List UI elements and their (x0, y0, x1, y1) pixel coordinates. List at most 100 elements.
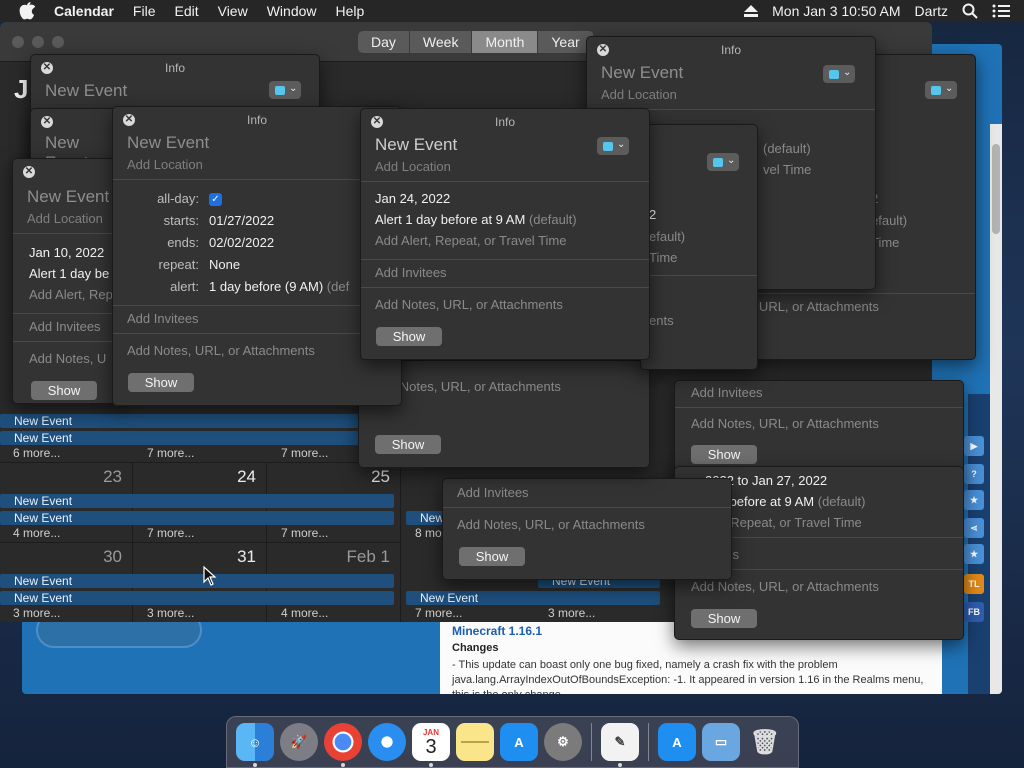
browser-scroll-thumb[interactable] (992, 144, 1000, 234)
tab-day[interactable]: Day (358, 31, 410, 53)
more-link[interactable]: 4 more... (13, 526, 60, 540)
apple-icon[interactable] (19, 2, 37, 20)
invitees-field[interactable]: Add Invitees (127, 311, 199, 326)
trash-icon[interactable]: 🗑 (746, 723, 784, 761)
finder-icon[interactable]: ☺ (236, 723, 274, 767)
close-icon[interactable]: ✕ (41, 116, 53, 128)
help-icon[interactable]: ? (964, 464, 984, 484)
event-bar[interactable]: New Event (0, 574, 394, 588)
event-title[interactable]: New Event (27, 187, 109, 207)
event-bar[interactable]: New Event (0, 431, 360, 445)
safari-icon[interactable]: ✦ (368, 723, 406, 761)
show-button[interactable]: Show (375, 435, 441, 454)
location-field[interactable]: Add Location (27, 211, 103, 226)
chrome-icon[interactable] (324, 723, 362, 767)
event-title[interactable]: New Event (127, 133, 209, 153)
event-bar[interactable]: New Event (406, 591, 660, 605)
star-icon[interactable]: ★ (964, 490, 984, 510)
app-store-folder-icon[interactable]: A (658, 723, 696, 761)
tab-week[interactable]: Week (410, 31, 473, 53)
allday-checkbox[interactable]: ✓ (209, 193, 222, 206)
show-button[interactable]: Show (376, 327, 442, 346)
more-link[interactable]: 6 more... (13, 446, 60, 460)
more-link[interactable]: 3 more... (147, 606, 194, 620)
location-field[interactable]: Add Location (601, 87, 677, 102)
show-button[interactable]: Show (691, 445, 757, 464)
menu-edit[interactable]: Edit (174, 3, 198, 19)
notes-icon[interactable] (456, 723, 494, 761)
menu-view[interactable]: View (218, 3, 248, 19)
play-icon[interactable]: ▶ (964, 436, 984, 456)
repeat-select[interactable]: None (209, 257, 240, 272)
tl-button[interactable]: TL (964, 574, 984, 594)
more-link[interactable]: 7 more... (147, 446, 194, 460)
share-icon[interactable]: ⋖ (964, 518, 984, 538)
more-link[interactable]: 7 more... (281, 446, 328, 460)
launchpad-icon[interactable]: 🚀 (280, 723, 318, 761)
event-bar[interactable]: New (406, 511, 446, 525)
alert-options[interactable]: Add Alert, Rep (29, 287, 113, 302)
minimize-window-button[interactable] (32, 36, 44, 48)
event-bar[interactable]: New Event (0, 511, 394, 525)
folder-icon[interactable]: ▭ (702, 723, 740, 761)
notes-field[interactable]: Add Notes, URL, or Attachments (375, 297, 563, 312)
eject-icon[interactable] (744, 5, 759, 17)
show-button[interactable]: Show (459, 547, 525, 566)
location-field[interactable]: Add Location (375, 159, 451, 174)
invitees-field[interactable]: Add Invitees (375, 265, 447, 280)
ends-date-field[interactable]: 02/02/2022 (209, 235, 274, 250)
notes-field[interactable]: Add Notes, URL, or Attachments (457, 517, 645, 532)
notes-field[interactable]: Add Notes, URL, or Attachments (127, 343, 315, 358)
event-bar[interactable]: New Event (0, 494, 394, 508)
event-title[interactable]: New Event (375, 135, 457, 155)
menu-window[interactable]: Window (267, 3, 317, 19)
starts-date-field[interactable]: 01/27/2022 (209, 213, 274, 228)
event-bar[interactable]: New Event (0, 414, 360, 428)
invitees-field[interactable]: Add Invitees (457, 485, 529, 500)
more-link[interactable]: 3 more... (13, 606, 60, 620)
event-bar[interactable]: New Event (0, 591, 394, 605)
invitees-field[interactable]: Add Invitees (29, 319, 101, 334)
notes-field[interactable]: Add Notes, U (29, 351, 106, 366)
more-link[interactable]: 7 more... (147, 526, 194, 540)
system-preferences-icon[interactable]: ⚙ (544, 723, 582, 761)
close-window-button[interactable] (12, 36, 24, 48)
more-link[interactable]: 7 more... (281, 526, 328, 540)
notification-center-icon[interactable] (992, 4, 1010, 18)
calendar-color-picker[interactable]: ⌄ (597, 137, 629, 155)
show-button[interactable]: Show (31, 381, 97, 400)
show-button[interactable]: Show (691, 609, 757, 628)
show-button[interactable]: Show (128, 373, 194, 392)
close-icon[interactable]: ✕ (23, 166, 35, 178)
zoom-window-button[interactable] (52, 36, 64, 48)
more-link[interactable]: 4 more... (281, 606, 328, 620)
event-date[interactable]: Jan 24, 2022 (375, 191, 450, 206)
location-field[interactable]: Add Location (127, 157, 203, 172)
menu-file[interactable]: File (133, 3, 156, 19)
notes-field[interactable]: Add Notes, URL, or Attachments (691, 579, 879, 594)
textedit-icon[interactable]: ✎ (601, 723, 639, 767)
alert-select[interactable]: 1 day before (9 AM) (def (209, 279, 349, 294)
menu-app-calendar[interactable]: Calendar (54, 3, 114, 19)
alert-options[interactable]: Add Alert, Repeat, or Travel Time (375, 233, 566, 248)
app-store-icon[interactable]: A (500, 723, 538, 761)
more-link[interactable]: 8 mo (415, 526, 442, 540)
menu-help[interactable]: Help (336, 3, 365, 19)
calendar-color-picker[interactable]: ⌄ (707, 153, 739, 171)
event-alert[interactable]: Alert 1 day before at 9 AM (default) (375, 212, 577, 227)
more-link[interactable]: 3 more... (548, 606, 595, 620)
search-icon[interactable] (962, 3, 978, 19)
notes-field[interactable]: Add Notes, URL, or Attachments (691, 416, 879, 431)
star-icon-2[interactable]: ★ (964, 544, 984, 564)
clock[interactable]: Mon Jan 3 10:50 AM (772, 3, 900, 19)
invitees-field[interactable]: Add Invitees (691, 385, 763, 400)
event-title[interactable]: New Event (601, 63, 683, 83)
user-menu[interactable]: Dartz (915, 3, 948, 19)
calendar-color-picker[interactable]: ⌄ (925, 81, 957, 99)
calendar-app-icon[interactable]: JAN 3 (412, 723, 450, 767)
event-title[interactable]: New Event (45, 81, 127, 101)
fb-button[interactable]: FB (964, 602, 984, 622)
more-link[interactable]: 7 more... (415, 606, 462, 620)
tab-month[interactable]: Month (472, 31, 539, 53)
calendar-color-picker[interactable]: ⌄ (823, 65, 855, 83)
